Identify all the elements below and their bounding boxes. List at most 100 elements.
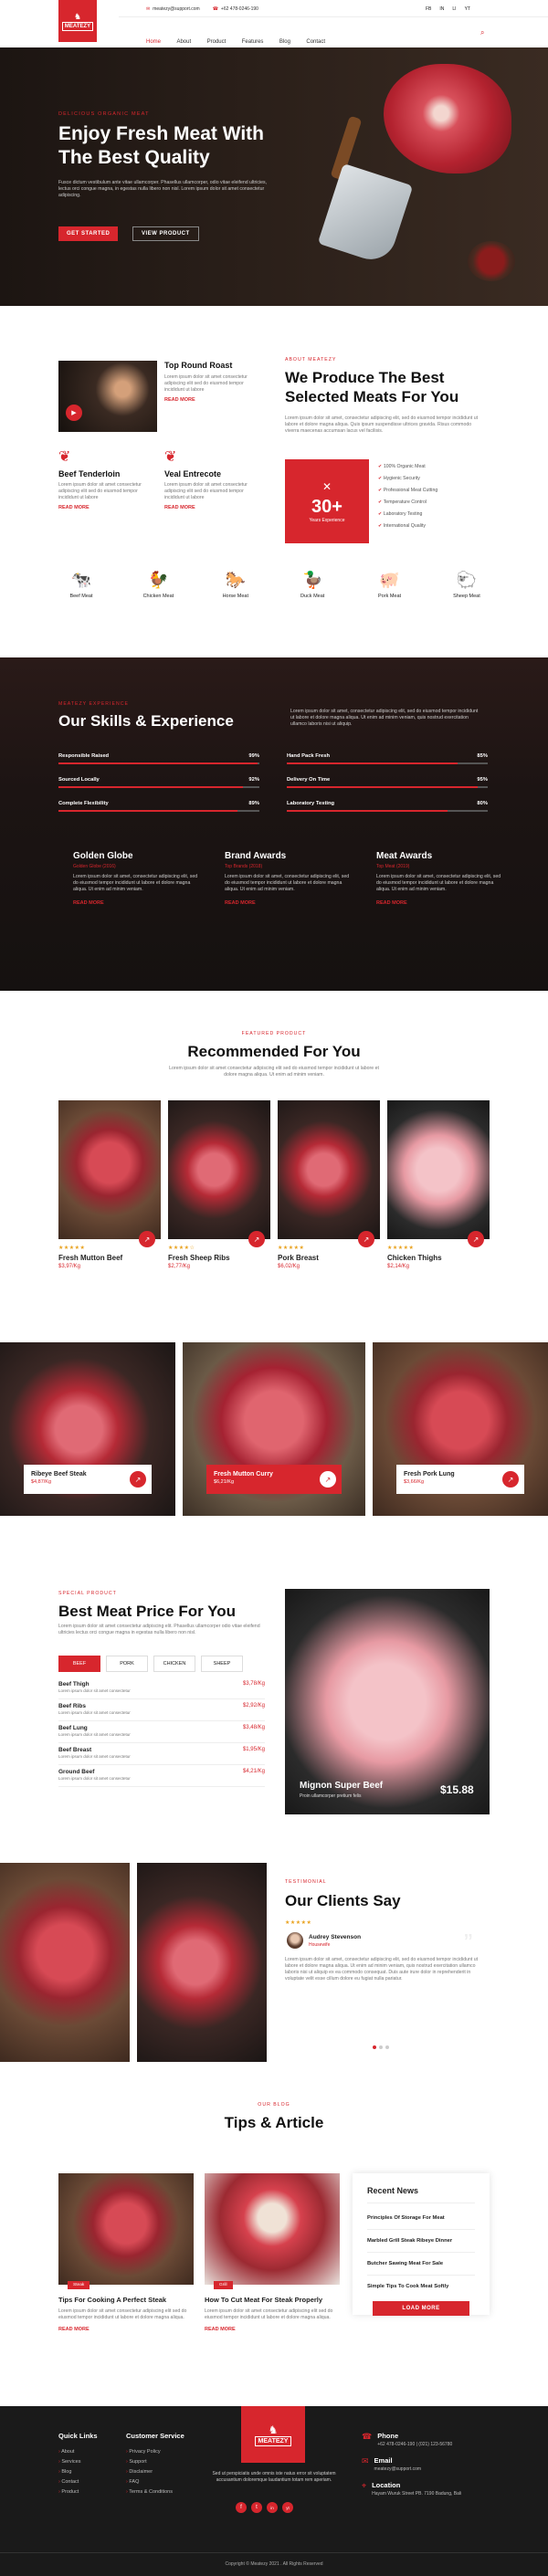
price-item[interactable]: Beef Thigh $3,78/Kg Lorem ipsum dolor sit … [58,1677,265,1699]
cart-icon[interactable]: ↗ [468,1231,484,1247]
header-email[interactable]: meatezy@support.com [153,6,199,12]
cart-icon[interactable]: ↗ [358,1231,374,1247]
nav-blog[interactable]: Blog [279,39,290,45]
nav-about[interactable]: About [176,39,191,45]
tab-beef[interactable]: BEEF [58,1656,100,1672]
product-price: $2,77/Kg [168,1264,191,1269]
recent-item[interactable]: Butcher Sawing Meat For Sale [367,2253,475,2276]
price-item[interactable]: Beef Breast $1,95/Kg Lorem ipsum dolor sit… [58,1743,265,1765]
header-phone[interactable]: +62 478-0246-190 [221,6,258,12]
category-sheep[interactable]: 🐑 Sheep Meat [444,571,490,599]
check-icon: ✔ [378,476,383,481]
contact-value: Hayam Wuruk Street PB. 7190 Badung, Bali [372,2491,462,2497]
arrow-icon[interactable]: ↗ [320,1471,336,1488]
category-horse[interactable]: 🐎 Horse Meat [213,571,258,599]
category-beef[interactable]: 🐄 Beef Meat [58,571,104,599]
footer-link[interactable]: Services [61,2459,80,2465]
footer-logo[interactable]: ♞ MEATEZY [241,2406,305,2463]
product-name: Pork Breast [278,1254,319,1262]
video-thumbnail[interactable]: ▶ [58,361,157,432]
read-more-link[interactable]: READ MORE [164,397,256,403]
footer-link[interactable]: Support [129,2459,146,2465]
site-logo[interactable]: ♞ MEATEZY [58,0,97,42]
gallery-item[interactable]: Fresh Mutton Curry $6,21/Kg ↗ [183,1342,365,1516]
arrow-icon[interactable]: ↗ [502,1471,519,1488]
contact-value[interactable]: meatezy@support.com [374,2466,421,2472]
skill-track [58,786,259,788]
product-name: Fresh Mutton Beef [58,1254,123,1262]
footer-link[interactable]: Terms & Conditions [129,2489,173,2495]
product-card[interactable]: ↗ ★★★★★ Pork Breast $6,02/Kg [278,1100,380,1269]
instagram-icon[interactable]: IN [439,6,444,12]
tab-chicken[interactable]: CHICKEN [153,1656,195,1672]
search-icon[interactable]: ⌕ [480,28,484,37]
item-price: $3,48/Kg [242,1725,265,1730]
slider-dot[interactable] [385,2045,389,2049]
category-pork[interactable]: 🐖 Pork Meat [367,571,413,599]
footer-link[interactable]: FAQ [129,2479,139,2485]
read-more-link[interactable]: READ MORE [164,505,256,510]
nav-contact[interactable]: Contact [306,39,325,45]
linkedin-icon[interactable]: LI [452,6,456,12]
special-feature-image[interactable]: Mignon Super Beef Proin ullamcorper pret… [285,1589,490,1814]
twitter-icon[interactable]: t [251,2502,262,2513]
contact-title: Location [372,2481,401,2489]
get-started-button[interactable]: GET STARTED [58,226,119,241]
facebook-icon[interactable]: FB [426,6,431,12]
client-name: Audrey Stevenson [309,1934,362,1940]
about-kicker: ABOUT MEATEZY [285,357,337,363]
blog-post[interactable]: Grill How To Cut Meat For Steak Properly… [205,2173,340,2332]
read-more-link[interactable]: READ MORE [205,2327,340,2332]
tab-pork[interactable]: PORK [106,1656,148,1672]
slider-dot[interactable] [379,2045,383,2049]
price-item[interactable]: Ground Beef $4,21/Kg Lorem ipsum dolor sit… [58,1765,265,1787]
footer-link[interactable]: Blog [61,2469,71,2475]
product-card[interactable]: ↗ ★★★★☆ Fresh Sheep Ribs $2,77/Kg [168,1100,270,1269]
footer-link[interactable]: About [61,2449,74,2455]
gallery-item[interactable]: Fresh Pork Lung $3,66/Kg ↗ [373,1342,548,1516]
skill-percent: 85% [477,753,488,759]
read-more-link[interactable]: READ MORE [58,2327,194,2332]
load-more-button[interactable]: LOAD MORE [373,2301,469,2316]
blog-post[interactable]: Steak Tips For Cooking A Perfect Steak L… [58,2173,194,2332]
product-card[interactable]: ↗ ★★★★★ Chicken Thighs $2,14/Kg [387,1100,490,1269]
read-more-link[interactable]: READ MORE [73,900,199,906]
contact-value[interactable]: +62 478-0246-190 | (021) 123-56780 [377,2442,452,2447]
footer-link[interactable]: Disclaimer [129,2469,153,2475]
recent-item[interactable]: Marbled Grill Steak Ribeye Dinner [367,2230,475,2253]
skills-kicker: MEATEZY EXPERIENCE [58,701,129,707]
price-item[interactable]: Beef Lung $3,48/Kg Lorem ipsum dolor sit a… [58,1721,265,1743]
recent-item[interactable]: Simple Tips To Cook Meat Softly [367,2276,475,2297]
award-text: Lorem ipsum dolor sit amet, consectetur … [73,874,198,892]
price-item[interactable]: Beef Ribs $2,92/Kg Lorem ipsum dolor sit a… [58,1699,265,1721]
item-text: Lorem ipsum dolor sit amet consectetur [58,1732,131,1737]
cart-icon[interactable]: ↗ [139,1231,155,1247]
tab-sheep[interactable]: SHEEP [201,1656,243,1672]
category-chicken[interactable]: 🐓 Chicken Meat [135,571,181,599]
slider-dot[interactable] [373,2045,376,2049]
nav-features[interactable]: Features [242,39,264,45]
nav-product[interactable]: Product [207,39,227,45]
play-icon[interactable]: ▶ [66,405,82,421]
footer-link[interactable]: Privacy Policy [129,2449,160,2455]
testimonial-rating: ★★★★★ [285,1920,312,1926]
view-product-button[interactable]: VIEW PRODUCT [132,226,199,241]
facebook-icon[interactable]: f [236,2502,247,2513]
arrow-icon[interactable]: ↗ [130,1471,146,1488]
footer-link[interactable]: Product [61,2489,79,2495]
product-card[interactable]: ↗ ★★★★★ Fresh Mutton Beef $3,97/Kg [58,1100,161,1269]
category-duck[interactable]: 🦆 Duck Meat [290,571,335,599]
read-more-link[interactable]: READ MORE [225,900,351,906]
read-more-link[interactable]: READ MORE [58,505,150,510]
cart-icon[interactable]: ↗ [248,1231,265,1247]
featured-section: FEATURED PRODUCT Recommended For You Lor… [0,991,548,1552]
youtube-icon[interactable]: yt [282,2502,293,2513]
nav-home[interactable]: Home [146,39,161,45]
gallery-item[interactable]: Ribeye Beef Steak $4,87/Kg ↗ [0,1342,175,1516]
youtube-icon[interactable]: YT [465,6,470,12]
post-tag: Grill [214,2281,233,2289]
recent-item[interactable]: Principles Of Storage For Meat [367,2211,475,2230]
linkedin-icon[interactable]: in [267,2502,278,2513]
footer-link[interactable]: Contact [61,2479,79,2485]
read-more-link[interactable]: READ MORE [376,900,502,906]
